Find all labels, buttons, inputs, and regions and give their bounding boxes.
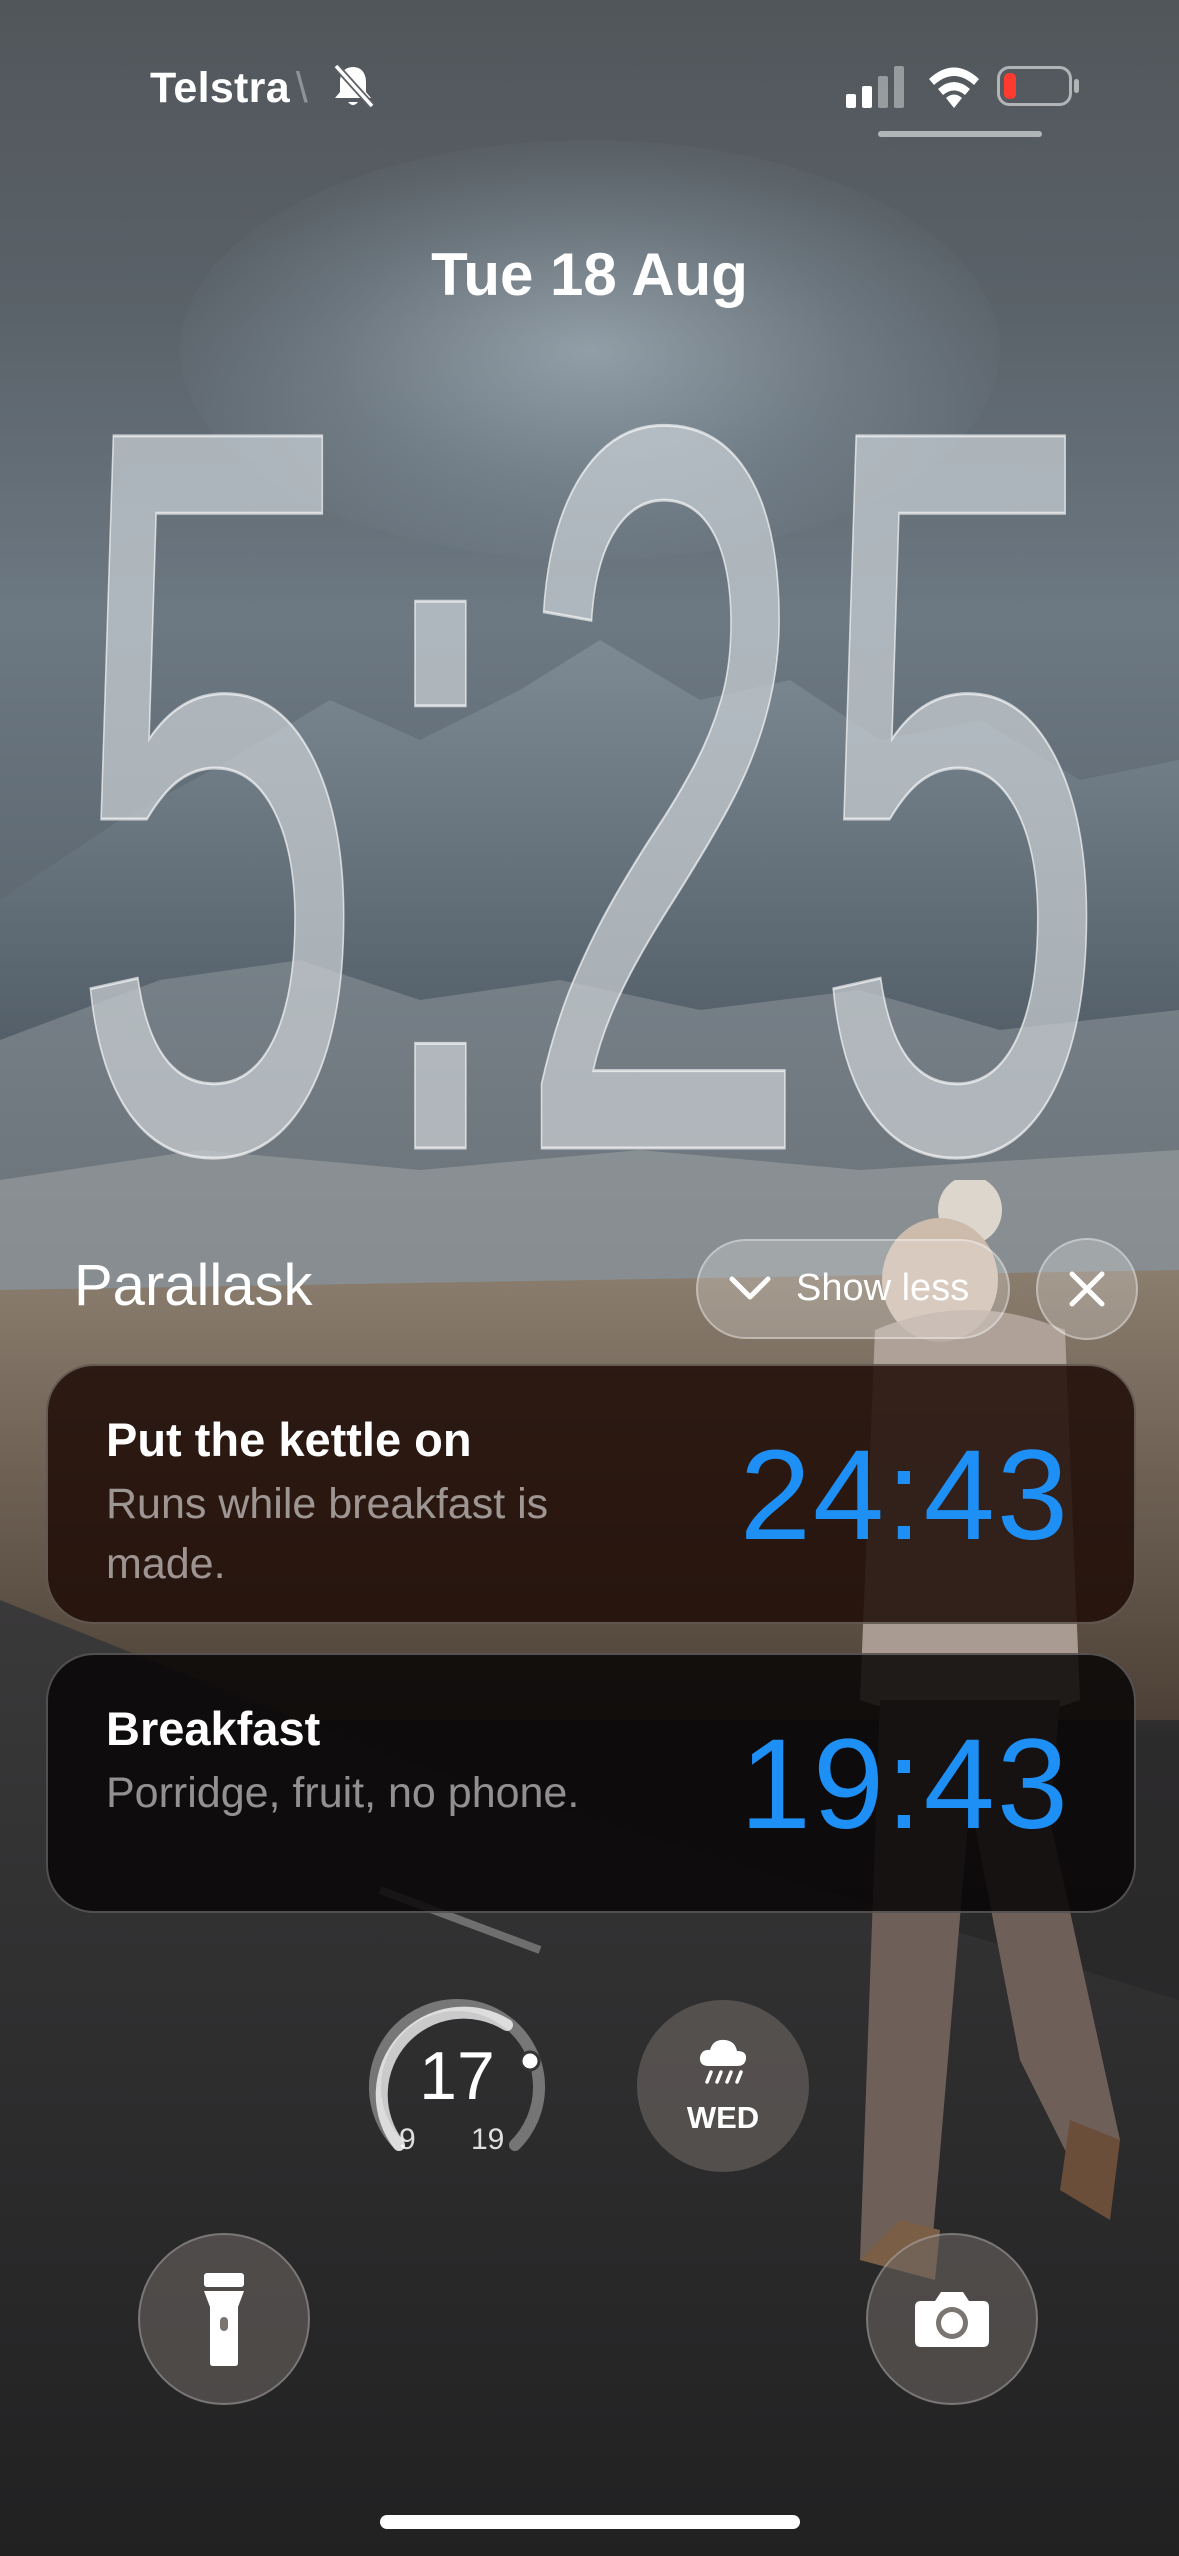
carrier-name: Telstra \ (150, 64, 309, 112)
temperature-low: 9 (399, 2123, 416, 2156)
lock-screen-time: 5:25 (68, 310, 1111, 1180)
show-less-button[interactable]: Show less (696, 1239, 1010, 1339)
flashlight-button[interactable] (138, 2233, 310, 2405)
close-stack-button[interactable] (1036, 1238, 1138, 1340)
timer-remaining: 19:43 (739, 1713, 1070, 1856)
show-less-label: Show less (796, 1267, 970, 1309)
temperature-high: 19 (471, 2123, 505, 2156)
temperature-widget[interactable]: 17 9 19 (367, 1995, 547, 2175)
widget-stack-title: Parallask (74, 1253, 313, 1318)
wifi-icon (929, 67, 979, 108)
temperature-current: 17 (419, 2038, 495, 2114)
timer-title: Put the kettle on (106, 1413, 472, 1466)
cellular-signal-icon (846, 66, 904, 108)
weather-day: WED (686, 2100, 760, 2135)
timer-card[interactable]: Breakfast Porridge, fruit, no phone. 19:… (46, 1653, 1136, 1913)
timer-title: Breakfast (106, 1702, 321, 1755)
close-icon (1069, 1271, 1105, 1307)
home-indicator[interactable] (380, 2515, 800, 2529)
cloud-rain-icon (699, 2039, 747, 2084)
bell-slash-icon (333, 63, 375, 109)
lock-screen-time-text: 5:25 (69, 310, 1109, 1180)
chevron-down-icon (729, 1276, 771, 1300)
camera-icon (915, 2292, 989, 2347)
timer-subtitle: Porridge, fruit, no phone. (106, 1769, 580, 1817)
flashlight-icon (204, 2273, 244, 2366)
status-pill (878, 131, 1042, 137)
timer-subtitle: Runs while breakfast is made. (106, 1480, 549, 1588)
timer-remaining: 24:43 (739, 1424, 1070, 1567)
camera-button[interactable] (866, 2233, 1038, 2405)
weather-widget[interactable]: WED (637, 2000, 809, 2172)
timer-card[interactable]: Put the kettle on Runs while breakfast i… (46, 1364, 1136, 1624)
lock-screen-date: Tue 18 Aug (431, 241, 748, 308)
battery-low-icon (997, 66, 1079, 106)
